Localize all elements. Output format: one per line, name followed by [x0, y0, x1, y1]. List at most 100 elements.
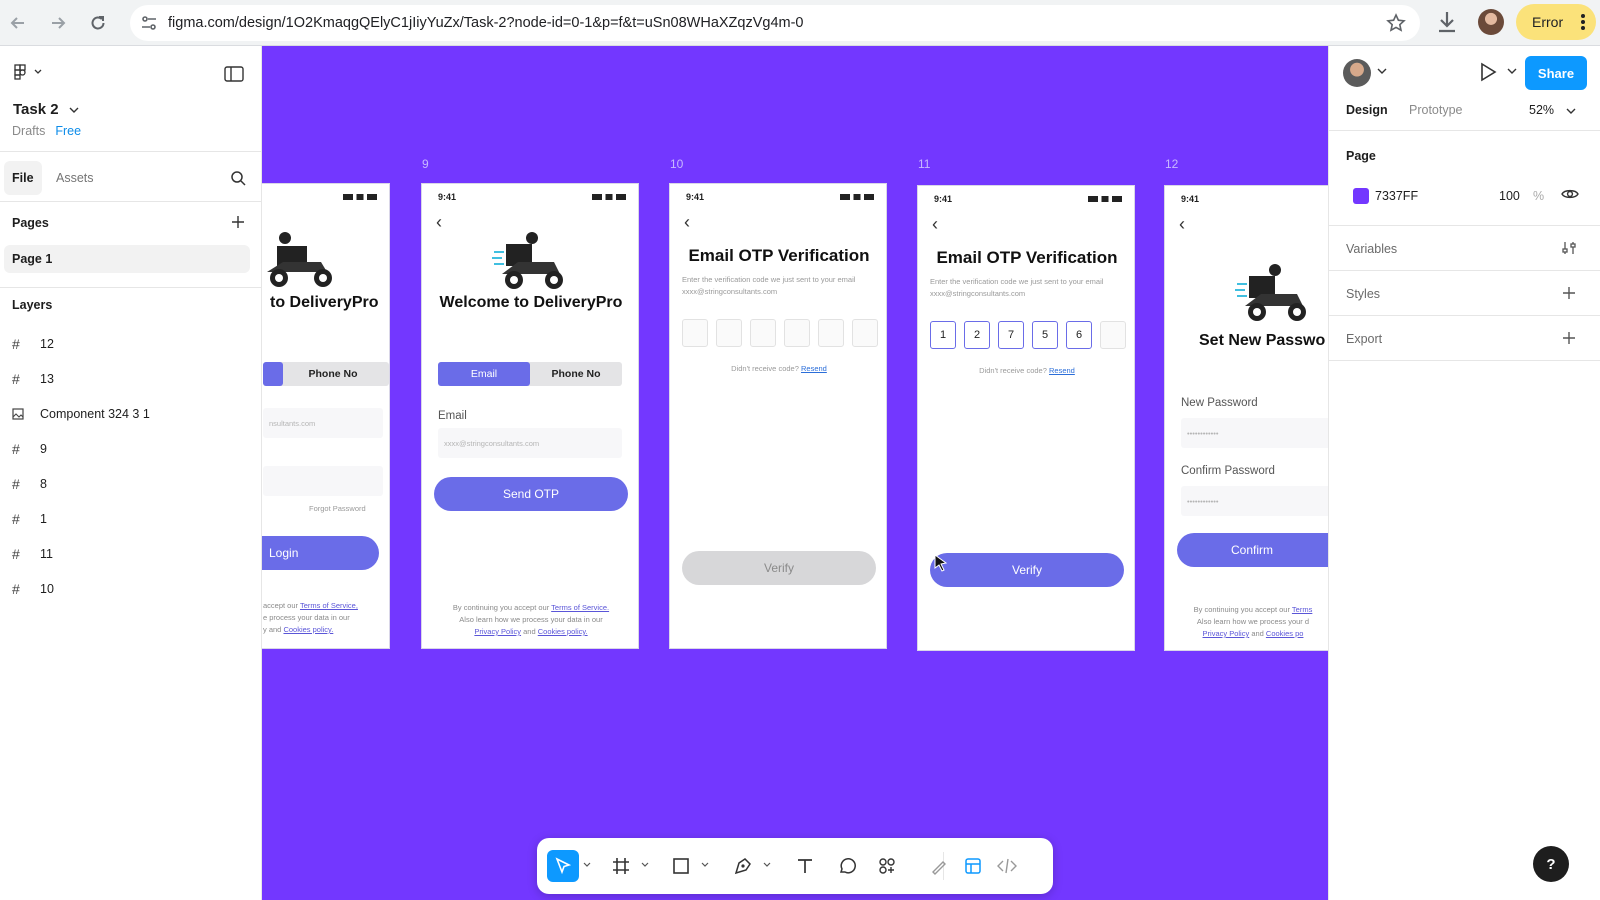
bookmark-star-icon[interactable]	[1386, 13, 1406, 33]
figma-menu-icon[interactable]	[14, 64, 46, 80]
address-bar[interactable]: figma.com/design/1O2KmaqgQElyC1jIiyYuZx/…	[130, 5, 1420, 41]
resend-link[interactable]: Resend	[1049, 366, 1075, 375]
download-icon[interactable]	[1436, 10, 1458, 34]
back-arrow-icon[interactable]: ‹	[684, 212, 690, 233]
tab-assets[interactable]: Assets	[48, 161, 102, 195]
layer-item[interactable]: #12	[12, 332, 54, 356]
otp-box[interactable]	[784, 319, 810, 347]
chevron-down-icon[interactable]	[701, 862, 709, 868]
export-heading[interactable]: Export	[1346, 332, 1382, 346]
site-settings-icon[interactable]	[140, 14, 158, 32]
terms-link[interactable]: Terms of Service.	[551, 603, 609, 612]
privacy-link[interactable]: Privacy Policy	[1203, 629, 1250, 638]
text-tool-button[interactable]	[789, 850, 821, 882]
frame-9[interactable]: 9:41 ‹ Welcome to DeliveryPro Email Phon…	[421, 183, 639, 649]
frame-11[interactable]: 9:41 ‹ Email OTP Verification Enter the …	[917, 185, 1135, 651]
otp-box[interactable]	[682, 319, 708, 347]
zoom-dropdown[interactable]: 52%	[1529, 103, 1576, 117]
file-name[interactable]: Task 2	[13, 101, 79, 118]
frame-label[interactable]: 11	[918, 157, 930, 171]
variables-settings-icon[interactable]	[1561, 240, 1577, 256]
verify-button[interactable]: Verify	[930, 553, 1124, 587]
otp-box[interactable]	[818, 319, 844, 347]
frame-12[interactable]: 9:41 ‹ Set New Passwo New Password •••••…	[1164, 185, 1328, 651]
fill-opacity[interactable]: 100	[1499, 189, 1520, 203]
layer-item[interactable]: #10	[12, 577, 54, 601]
plan-badge[interactable]: Free	[55, 124, 81, 138]
layer-item[interactable]: #11	[12, 542, 53, 566]
email-input[interactable]: xxxx@stringconsultants.com	[438, 428, 622, 458]
actions-button[interactable]	[871, 850, 903, 882]
color-swatch[interactable]	[1353, 188, 1369, 204]
forward-button[interactable]	[44, 9, 72, 37]
search-icon[interactable]	[230, 170, 246, 186]
back-arrow-icon[interactable]: ‹	[932, 214, 938, 235]
cookies-link[interactable]: Cookies po	[1266, 629, 1304, 638]
toggle-email-active[interactable]	[263, 362, 283, 386]
present-play-icon[interactable]	[1479, 62, 1497, 82]
variables-heading[interactable]: Variables	[1346, 242, 1397, 256]
confirm-button[interactable]: Confirm	[1177, 533, 1328, 567]
verify-button[interactable]: Verify	[682, 551, 876, 585]
otp-box[interactable]	[716, 319, 742, 347]
otp-box[interactable]	[852, 319, 878, 347]
frame-label[interactable]: 9	[422, 157, 429, 171]
user-avatar[interactable]	[1343, 59, 1371, 87]
frame-label[interactable]: 12	[1165, 157, 1178, 171]
frame-10[interactable]: 9:41 ‹ Email OTP Verification Enter the …	[669, 183, 887, 649]
toggle-phone[interactable]: Phone No	[530, 362, 622, 386]
cookies-link[interactable]: Cookies policy.	[283, 625, 333, 634]
styles-heading[interactable]: Styles	[1346, 287, 1380, 301]
shape-tool-button[interactable]	[665, 850, 697, 882]
otp-box[interactable]: 6	[1066, 321, 1092, 349]
send-otp-button[interactable]: Send OTP	[434, 477, 628, 511]
error-button[interactable]: Error	[1516, 4, 1596, 40]
new-password-input[interactable]: ••••••••••••	[1181, 418, 1328, 448]
chevron-down-icon[interactable]	[1377, 68, 1387, 74]
dev-mode-button[interactable]	[991, 850, 1023, 882]
share-button[interactable]: Share	[1525, 56, 1587, 90]
page-item[interactable]: Page 1	[4, 245, 250, 273]
frame-label[interactable]: 10	[670, 157, 683, 171]
layer-item[interactable]: #9	[12, 437, 47, 461]
layer-item[interactable]: #8	[12, 472, 47, 496]
draw-tool-button[interactable]	[923, 850, 955, 882]
frame-tool-button[interactable]	[605, 850, 637, 882]
sidebar-toggle-icon[interactable]	[224, 66, 244, 82]
frame-login[interactable]: to DeliveryPro Phone No nsultants.com Fo…	[262, 183, 390, 649]
eye-icon[interactable]	[1561, 187, 1579, 201]
move-tool-button[interactable]	[547, 850, 579, 882]
chevron-down-icon[interactable]	[583, 862, 591, 868]
design-mode-button[interactable]	[957, 850, 989, 882]
login-button[interactable]: Login	[262, 536, 379, 570]
otp-box[interactable]: 2	[964, 321, 990, 349]
add-style-icon[interactable]	[1561, 285, 1577, 301]
fill-hex[interactable]: 7337FF	[1375, 189, 1418, 203]
otp-box[interactable]	[750, 319, 776, 347]
cookies-link[interactable]: Cookies policy.	[538, 627, 588, 636]
back-arrow-icon[interactable]: ‹	[1179, 214, 1185, 235]
back-button[interactable]	[4, 9, 32, 37]
privacy-link[interactable]: Privacy Policy	[474, 627, 521, 636]
pen-tool-button[interactable]	[727, 850, 759, 882]
tab-prototype[interactable]: Prototype	[1409, 103, 1463, 117]
chevron-down-icon[interactable]	[641, 862, 649, 868]
layer-item[interactable]: #13	[12, 367, 54, 391]
otp-box[interactable]: 7	[998, 321, 1024, 349]
email-input[interactable]: nsultants.com	[263, 408, 383, 438]
resend-link[interactable]: Resend	[801, 364, 827, 373]
comment-tool-button[interactable]	[831, 850, 863, 882]
terms-link[interactable]: Terms	[1292, 605, 1312, 614]
forgot-password-link[interactable]: Forgot Password	[309, 504, 366, 513]
back-arrow-icon[interactable]: ‹	[436, 212, 442, 233]
add-export-icon[interactable]	[1561, 330, 1577, 346]
layer-item[interactable]: #1	[12, 507, 47, 531]
url-text[interactable]: figma.com/design/1O2KmaqgQElyC1jIiyYuZx/…	[168, 15, 804, 31]
layer-item[interactable]: Component 324 3 1	[12, 402, 150, 426]
reload-button[interactable]	[84, 9, 112, 37]
password-input[interactable]	[263, 466, 383, 496]
otp-box[interactable]: 1	[930, 321, 956, 349]
chevron-down-icon[interactable]	[763, 862, 771, 868]
chevron-down-icon[interactable]	[1507, 68, 1517, 74]
tab-design[interactable]: Design	[1346, 103, 1388, 117]
